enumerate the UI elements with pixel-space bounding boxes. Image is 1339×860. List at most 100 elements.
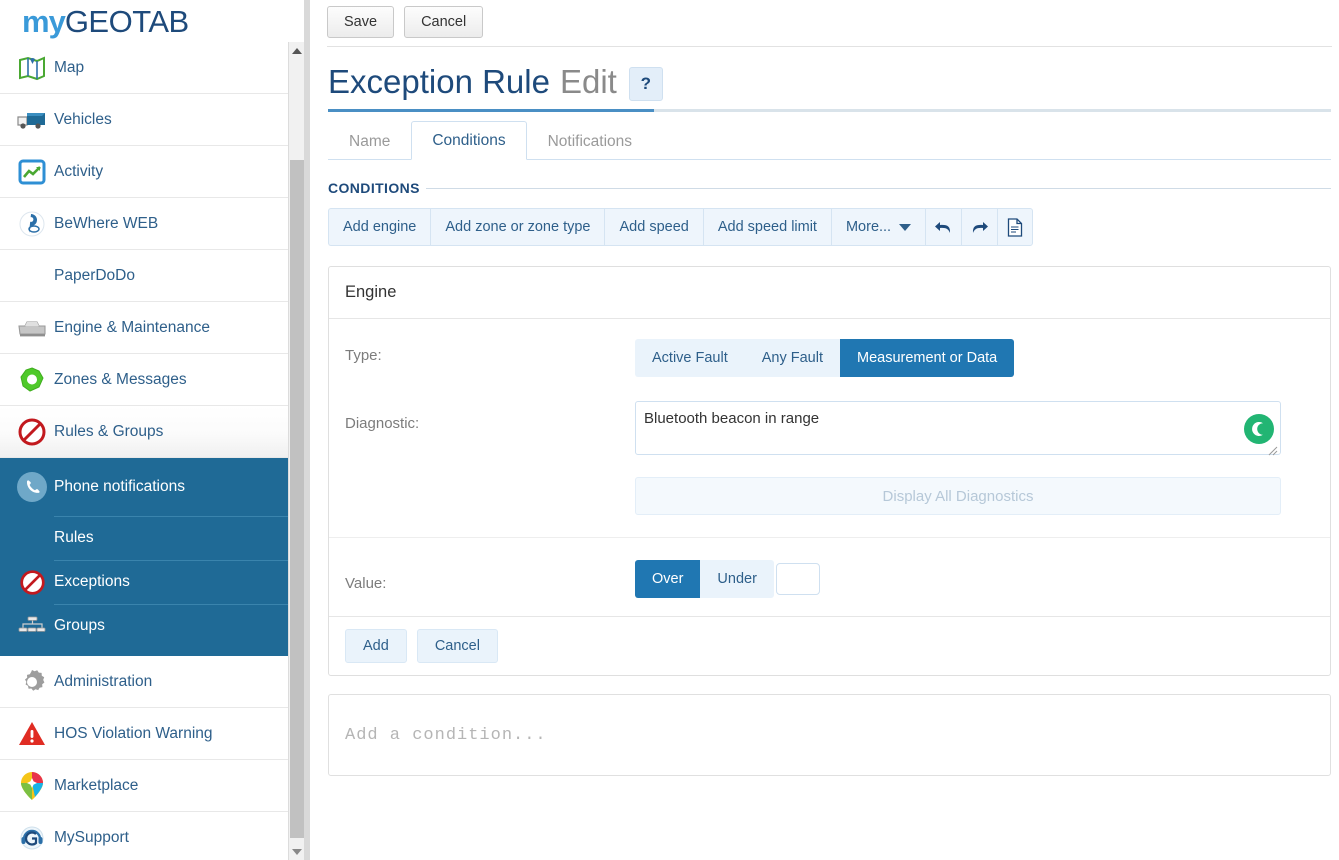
cancel-button[interactable]: Cancel bbox=[404, 6, 484, 38]
engine-condition-panel: Engine Type: Active Fault Any Fault Meas… bbox=[328, 266, 1331, 676]
bewhere-pin-icon bbox=[10, 207, 54, 241]
sidebar-item-label: Rules bbox=[54, 529, 94, 546]
scroll-down-arrow[interactable] bbox=[289, 843, 305, 860]
no-entry-icon bbox=[10, 415, 54, 449]
add-button[interactable]: Add bbox=[345, 629, 407, 663]
page-title: Exception Rule Edit ? bbox=[310, 47, 1339, 101]
sidebar: my GEOTAB Map Vehicles Activity BeWhere … bbox=[0, 0, 288, 860]
logo-my: my bbox=[22, 3, 66, 39]
map-icon bbox=[10, 51, 54, 85]
page-title-main: Exception Rule bbox=[328, 63, 550, 100]
conditions-section-header: CONDITIONS bbox=[328, 180, 1331, 196]
type-segmented-control: Active Fault Any Fault Measurement or Da… bbox=[635, 339, 1015, 377]
value-label: Value: bbox=[345, 574, 387, 592]
sidebar-item-rules-groups[interactable]: Rules & Groups bbox=[0, 406, 288, 458]
add-speed-limit-button[interactable]: Add speed limit bbox=[702, 208, 831, 246]
resize-handle[interactable] bbox=[1268, 443, 1278, 456]
more-label: More... bbox=[845, 219, 892, 235]
phone-icon bbox=[10, 470, 54, 504]
sidebar-item-bewhere-web[interactable]: BeWhere WEB bbox=[0, 198, 288, 250]
value-option-under[interactable]: Under bbox=[700, 560, 774, 598]
value-number-input[interactable] bbox=[775, 563, 820, 595]
sidebar-item-label: Phone notifications bbox=[54, 478, 185, 495]
sidebar-item-label: HOS Violation Warning bbox=[54, 724, 213, 742]
zone-gear-icon bbox=[10, 363, 54, 397]
redo-icon[interactable] bbox=[961, 208, 998, 246]
sidebar-item-label: Administration bbox=[54, 672, 153, 690]
sidebar-item-exceptions[interactable]: Exceptions bbox=[0, 560, 288, 605]
scroll-up-arrow[interactable] bbox=[289, 42, 305, 59]
marketplace-pin-icon bbox=[10, 769, 54, 803]
sidebar-item-marketplace[interactable]: Marketplace bbox=[0, 760, 288, 812]
panel-cancel-button[interactable]: Cancel bbox=[416, 629, 498, 663]
sidebar-item-vehicles[interactable]: Vehicles bbox=[0, 94, 288, 146]
sidebar-item-label: Marketplace bbox=[54, 776, 139, 794]
loading-spinner-icon[interactable] bbox=[1244, 414, 1274, 444]
title-underline bbox=[328, 109, 1331, 112]
sidebar-item-engine-maintenance[interactable]: Engine & Maintenance bbox=[0, 302, 288, 354]
value-segmented-control: Over Under bbox=[635, 560, 774, 598]
document-icon[interactable] bbox=[997, 208, 1034, 246]
undo-icon[interactable] bbox=[925, 208, 962, 246]
sidebar-item-label: MySupport bbox=[54, 828, 129, 846]
chevron-down-icon bbox=[899, 223, 912, 231]
add-engine-button[interactable]: Add engine bbox=[328, 208, 431, 246]
sidebar-item-label: Engine & Maintenance bbox=[54, 318, 210, 336]
main-content: Save Cancel Exception Rule Edit ? Name C… bbox=[310, 0, 1339, 860]
sidebar-item-label: Vehicles bbox=[54, 110, 112, 128]
tab-name[interactable]: Name bbox=[328, 122, 411, 160]
application-window: my GEOTAB Map Vehicles Activity BeWhere … bbox=[0, 0, 1339, 860]
add-condition-placeholder[interactable]: Add a condition... bbox=[328, 694, 1331, 776]
add-speed-button[interactable]: Add speed bbox=[604, 208, 703, 246]
display-all-diagnostics-button[interactable]: Display All Diagnostics bbox=[635, 477, 1281, 515]
sidebar-item-phone-notifications[interactable]: Phone notifications bbox=[0, 458, 288, 517]
sidebar-item-label: Map bbox=[54, 58, 85, 76]
type-option-active-fault[interactable]: Active Fault bbox=[635, 339, 745, 377]
sidebar-scrollbar[interactable] bbox=[288, 42, 304, 860]
type-label: Type: bbox=[345, 347, 382, 364]
sidebar-item-zones-messages[interactable]: Zones & Messages bbox=[0, 354, 288, 406]
sidebar-item-mysupport[interactable]: MySupport bbox=[0, 812, 288, 860]
sidebar-item-label: Rules & Groups bbox=[54, 422, 164, 440]
sidebar-item-label: Groups bbox=[54, 617, 105, 634]
page-title-sub: Edit bbox=[559, 63, 617, 100]
logo-geotab: GEOTAB bbox=[64, 3, 189, 39]
type-option-measurement-or-data[interactable]: Measurement or Data bbox=[840, 339, 1015, 377]
type-option-any-fault[interactable]: Any Fault bbox=[744, 339, 840, 377]
no-entry-icon bbox=[10, 565, 54, 599]
diagnostic-input[interactable]: Bluetooth beacon in range bbox=[635, 401, 1281, 456]
app-logo: my GEOTAB bbox=[0, 0, 288, 42]
support-headset-icon bbox=[10, 821, 54, 855]
org-tree-icon bbox=[10, 609, 54, 643]
section-title: CONDITIONS bbox=[328, 180, 420, 196]
tab-bar: Name Conditions Notifications bbox=[328, 120, 1331, 160]
scrollbar-thumb[interactable] bbox=[290, 160, 304, 838]
sidebar-active-group: Phone notifications Rules Exceptions Gro… bbox=[0, 458, 288, 656]
sidebar-item-paperdodo[interactable]: PaperDoDo bbox=[0, 250, 288, 302]
tab-notifications[interactable]: Notifications bbox=[527, 122, 653, 160]
diagnostic-row: Diagnostic: Bluetooth beacon in range bbox=[329, 397, 1330, 456]
sidebar-item-groups[interactable]: Groups bbox=[0, 604, 288, 648]
diagnostic-label: Diagnostic: bbox=[345, 415, 420, 432]
sidebar-item-administration[interactable]: Administration bbox=[0, 656, 288, 708]
sidebar-item-rules[interactable]: Rules bbox=[0, 516, 288, 561]
more-dropdown-button[interactable]: More... bbox=[830, 208, 926, 246]
value-option-over[interactable]: Over bbox=[635, 560, 701, 598]
sidebar-item-label: Activity bbox=[54, 162, 104, 180]
diagnostic-value: Bluetooth beacon in range bbox=[644, 410, 820, 427]
section-rule bbox=[425, 187, 1331, 189]
sidebar-item-hos-violation-warning[interactable]: HOS Violation Warning bbox=[0, 708, 288, 760]
panel-title: Engine bbox=[329, 267, 1330, 319]
conditions-toolbar: Add engine Add zone or zone type Add spe… bbox=[328, 208, 1339, 246]
save-button[interactable]: Save bbox=[327, 6, 395, 38]
help-button[interactable]: ? bbox=[628, 67, 663, 101]
engine-icon bbox=[10, 311, 54, 345]
panel-footer: Add Cancel bbox=[329, 616, 1330, 675]
activity-chart-icon bbox=[10, 155, 54, 189]
sidebar-item-activity[interactable]: Activity bbox=[0, 146, 288, 198]
tab-conditions[interactable]: Conditions bbox=[411, 121, 527, 160]
warning-triangle-icon bbox=[10, 717, 54, 751]
add-zone-button[interactable]: Add zone or zone type bbox=[430, 208, 605, 246]
sidebar-item-label: BeWhere WEB bbox=[54, 214, 159, 232]
sidebar-item-map[interactable]: Map bbox=[0, 42, 288, 94]
